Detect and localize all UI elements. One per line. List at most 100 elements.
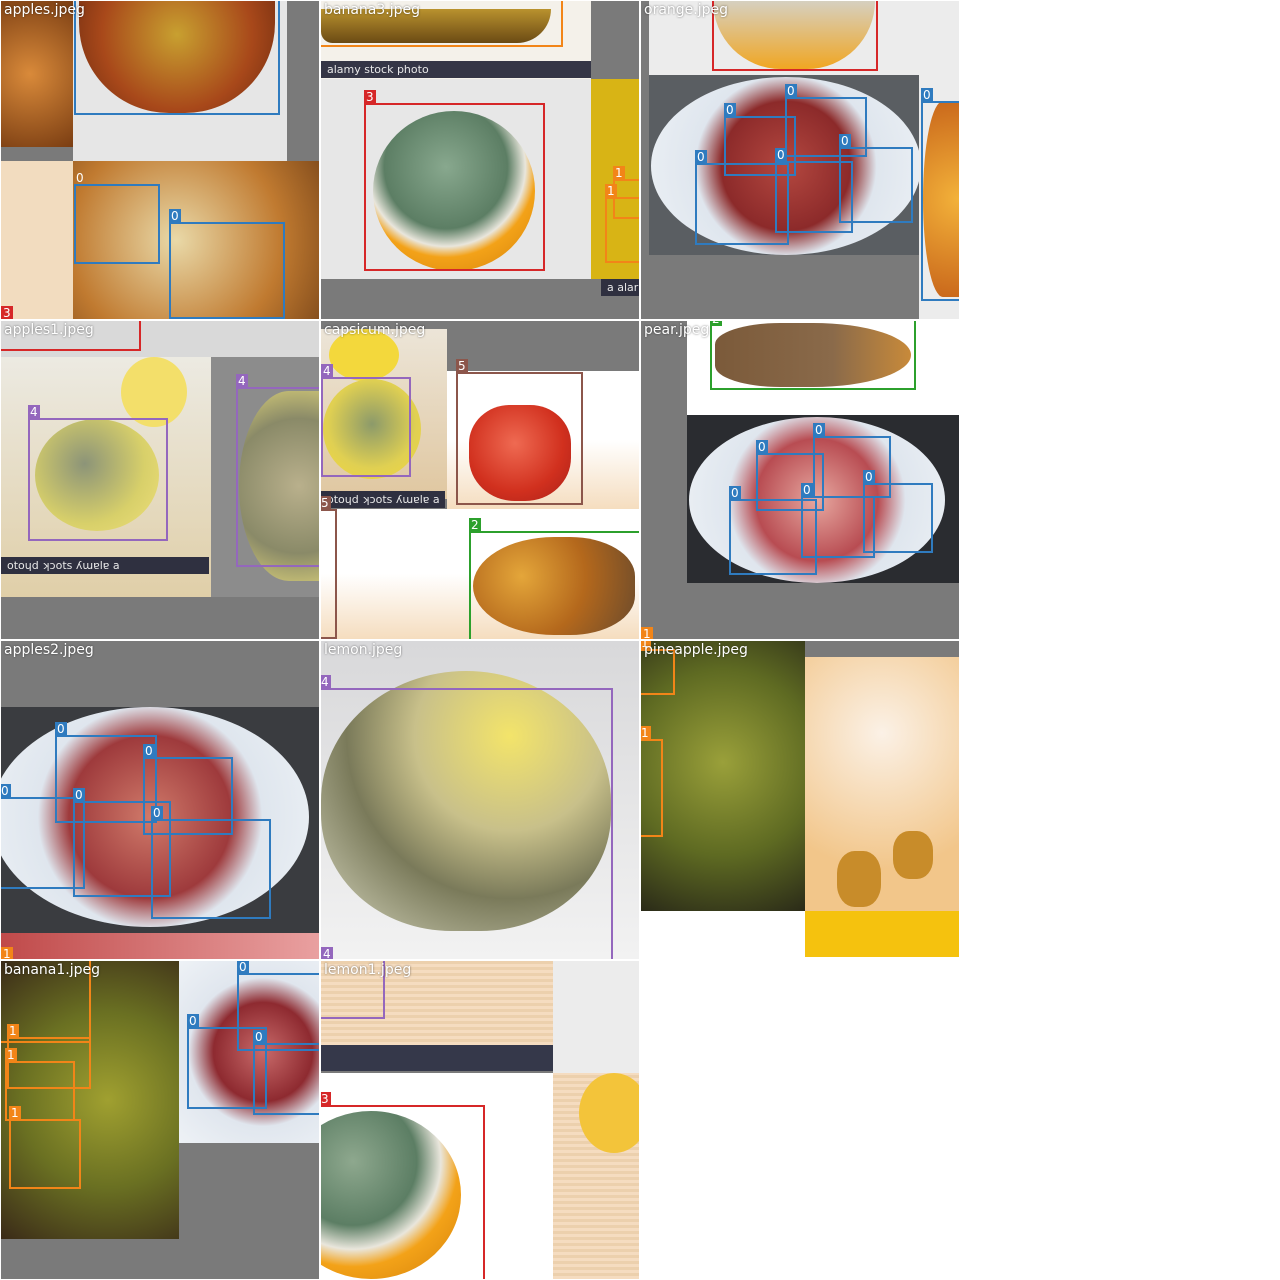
box-class-1[interactable]: 1 — [641, 726, 663, 837]
tag-class-0: 0 — [55, 722, 67, 736]
tile-lemon[interactable]: 4 4 lemon.jpeg — [321, 641, 639, 959]
tile-label: apples1.jpeg — [4, 322, 94, 338]
image-grey-pad — [287, 1, 319, 161]
tile-pineapple[interactable]: 1 1 pineapple.jpeg — [641, 641, 959, 959]
image-pineapple-fruit — [893, 831, 933, 879]
tag-class-0: 0 — [813, 423, 825, 437]
image-pineapple-fruit — [837, 851, 881, 907]
mosaic-grid: 0 0 3 apples.jpeg alamy stock photo a al… — [0, 0, 1280, 1280]
tile-capsicum[interactable]: otoɥd ʞɔots ʎɯɐlɐ a 4 5 5 2 capsicum.jpe… — [321, 321, 639, 639]
tag-class-0: 0 — [921, 88, 933, 102]
box-class-3[interactable]: 3 — [364, 90, 545, 271]
tile-apples[interactable]: 0 0 3 apples.jpeg — [1, 1, 319, 319]
tile-label: pear.jpeg — [644, 322, 710, 338]
tag-class-2: 2 — [710, 321, 722, 326]
box-class-4[interactable]: 4 — [236, 374, 319, 567]
tag-class-0: 0 — [729, 486, 741, 500]
tag-class-1: 1 — [641, 627, 653, 639]
box-class-0[interactable]: 0 — [151, 806, 271, 919]
tag-class-5: 5 — [456, 359, 468, 373]
tag-class-4: 4 — [236, 374, 248, 388]
tile-orange[interactable]: 0 0 0 0 0 0 orange.jpeg — [641, 1, 959, 319]
tile-lemon1[interactable]: 3 lemon1.jpeg — [321, 961, 639, 1279]
tag-class-0: 0 — [73, 788, 85, 802]
tag-class-0: 0 — [187, 1014, 199, 1028]
tag-class-0: 0 — [863, 470, 875, 484]
box-class-0[interactable]: 0 — [253, 1030, 319, 1115]
watermark: alamy stock photo — [321, 61, 591, 78]
box-class-3[interactable] — [712, 1, 878, 71]
tile-apples2[interactable]: 0 0 0 0 0 1 apples2.jpeg — [1, 641, 319, 959]
tile-label: pineapple.jpeg — [644, 642, 748, 658]
tile-label: apples.jpeg — [4, 2, 85, 18]
tile-banana1[interactable]: 1 1 1 0 0 0 banana1.jpeg — [1, 961, 319, 1279]
image-yellow-strip — [805, 911, 959, 957]
watermark-mirrored: otoɥd ʞɔots ʎɯɐlɐ a — [1, 557, 209, 574]
box-class-2[interactable]: 2 — [469, 518, 639, 639]
box-class-0[interactable]: 0 — [921, 88, 959, 301]
tile-label: banana3.jpeg — [324, 2, 421, 18]
box-class-0[interactable] — [74, 1, 280, 115]
tag-class-0: 0 — [143, 744, 155, 758]
tile-label: lemon1.jpeg — [324, 962, 412, 978]
tag-class-2: 2 — [469, 518, 481, 532]
image-bottom-pad — [321, 279, 639, 319]
tag-class-3: 3 — [1, 306, 13, 319]
tag-class-1: 1 — [641, 726, 651, 740]
tile-apples1[interactable]: otoɥd ʞɔots ʎɯɐlɐ a 4 4 apples1.jpeg — [1, 321, 319, 639]
tag-class-4: 4 — [28, 405, 40, 419]
image-apples-top — [1, 1, 73, 147]
tile-label: apples2.jpeg — [4, 642, 94, 658]
image-grey-pad — [179, 1143, 319, 1279]
tag-class-5: 5 — [321, 496, 331, 510]
tag-class-0: 0 — [801, 483, 813, 497]
box-class-5[interactable]: 5 — [321, 496, 337, 639]
tag-class-1: 1 — [9, 1106, 21, 1120]
tag-class-0: 0 — [76, 171, 84, 185]
tile-label: banana1.jpeg — [4, 962, 101, 978]
watermark-short: a alar — [601, 279, 639, 296]
tile-label: orange.jpeg — [644, 2, 728, 18]
tag-class-0: 0 — [724, 103, 736, 117]
tag-class-0: 0 — [775, 148, 787, 162]
image-pineapple-top — [805, 641, 959, 657]
image-grey-right — [553, 961, 639, 1073]
tag-class-4: 4 — [321, 947, 333, 959]
box-class-0[interactable]: 0 — [863, 470, 933, 553]
tag-class-0: 0 — [695, 150, 707, 164]
box-class-4[interactable]: 4 — [321, 364, 411, 477]
tag-class-0: 0 — [151, 806, 163, 820]
tag-class-4: 4 — [321, 675, 331, 689]
image-bottom-strip — [1, 933, 319, 959]
image-pineapple — [805, 657, 959, 911]
box-class-0[interactable]: 0 — [169, 209, 285, 319]
box-class-0[interactable]: 0 — [74, 171, 160, 264]
tile-banana3[interactable]: alamy stock photo a alar 3 1 1 banana3.j… — [321, 1, 639, 319]
tile-pear[interactable]: 2 0 0 0 0 0 1 pear.jpeg — [641, 321, 959, 639]
tag-class-0: 0 — [839, 134, 851, 148]
tag-class-0: 0 — [1, 784, 11, 798]
tag-class-4: 4 — [321, 364, 333, 378]
image-pale-left — [1, 161, 73, 319]
box-class-1[interactable]: 1 — [605, 184, 639, 263]
box-class-2[interactable]: 2 — [710, 321, 916, 390]
watermark-mirrored: otoɥd ʞɔots ʎɯɐlɐ a — [321, 491, 445, 508]
box-class-3[interactable]: 3 — [321, 1092, 485, 1279]
tile-label: capsicum.jpeg — [324, 322, 426, 338]
tag-class-0: 0 — [253, 1030, 265, 1044]
box-class-1[interactable]: 1 — [9, 1106, 81, 1189]
tag-class-1: 1 — [613, 166, 625, 180]
tag-class-0: 0 — [756, 440, 768, 454]
image-dark-bar — [321, 1045, 553, 1071]
tag-class-1: 1 — [1, 947, 13, 959]
box-class-0[interactable]: 0 — [839, 134, 913, 223]
tag-class-3: 3 — [321, 1092, 331, 1106]
tag-class-0: 0 — [237, 961, 249, 974]
tag-class-3: 3 — [364, 90, 376, 104]
tag-class-1: 1 — [7, 1024, 19, 1038]
box-class-5[interactable]: 5 — [456, 359, 583, 505]
box-class-4[interactable]: 4 — [321, 675, 613, 959]
box-class-4[interactable]: 4 — [28, 405, 168, 541]
tag-class-0: 0 — [169, 209, 181, 223]
tag-class-1: 1 — [605, 184, 617, 198]
